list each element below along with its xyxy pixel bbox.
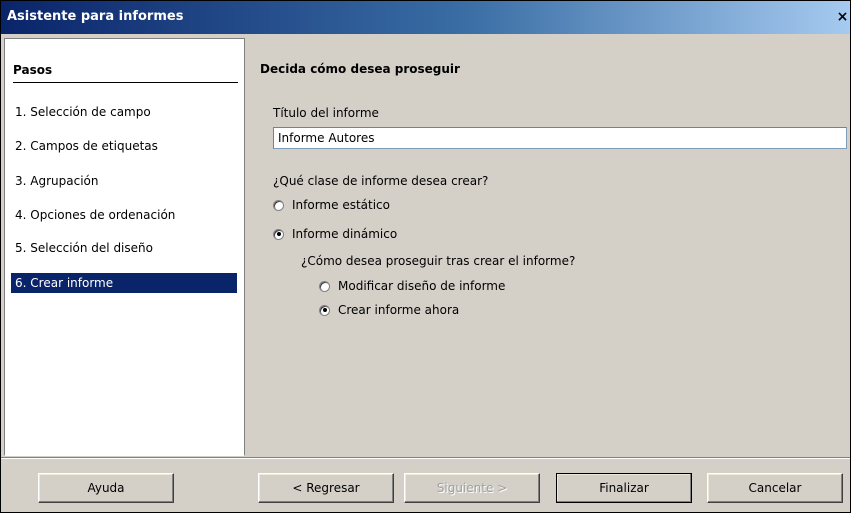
step-label: Agrupación [30,174,99,188]
create-now-radio[interactable]: Crear informe ahora [319,303,459,317]
step-grouping[interactable]: 3. Agrupación [11,171,237,191]
create-now-label: Crear informe ahora [338,303,460,317]
button-divider [1,457,850,459]
step-sort-options[interactable]: 4. Opciones de ordenación [11,205,237,225]
step-label-fields[interactable]: 2. Campos de etiquetas [11,136,237,156]
report-title-input[interactable]: Informe Autores [273,127,847,149]
report-title-label: Título del informe [273,106,379,120]
next-button[interactable]: Siguiente > [404,473,540,503]
step-number: 2. [15,139,27,153]
step-label: Campos de etiquetas [30,139,158,153]
steps-divider [13,82,238,83]
step-number: 3. [15,174,27,188]
static-report-radio[interactable]: Informe estático [273,198,390,212]
report-wizard-window: Asistente para informes × Pasos 1. Selec… [0,0,851,513]
step-label: Crear informe [30,276,114,290]
steps-panel: Pasos 1. Selección de campo 2. Campos de… [4,38,245,456]
title-bar: Asistente para informes × [1,1,850,34]
dynamic-report-radio[interactable]: Informe dinámico [273,227,397,241]
step-create-report[interactable]: 6. Crear informe [11,273,237,293]
modify-layout-label: Modificar diseño de informe [338,279,506,293]
radio-indicator [273,228,284,240]
step-label: Selección de campo [30,105,151,119]
report-type-question: ¿Qué clase de informe desea crear? [273,174,489,188]
step-number: 4. [15,208,27,222]
radio-indicator [319,280,330,292]
window-title: Asistente para informes [7,9,184,24]
cancel-button[interactable]: Cancelar [707,473,843,503]
static-report-label: Informe estático [292,198,390,212]
close-icon[interactable]: × [835,9,850,26]
steps-title: Pasos [13,63,53,77]
step-number: 6. [15,276,27,290]
radio-indicator [273,199,284,211]
step-layout-selection[interactable]: 5. Selección del diseño [11,238,237,258]
main-panel: Decida cómo desea proseguir Título del i… [251,37,849,457]
modify-layout-radio[interactable]: Modificar diseño de informe [319,279,505,293]
radio-indicator [319,304,330,316]
back-button[interactable]: < Regresar [258,473,394,503]
after-create-question: ¿Cómo desea proseguir tras crear el info… [301,254,576,268]
finish-button[interactable]: Finalizar [556,473,692,503]
step-label: Opciones de ordenación [30,208,176,222]
page-heading: Decida cómo desea proseguir [260,62,460,76]
dynamic-report-label: Informe dinámico [292,227,398,241]
step-field-selection[interactable]: 1. Selección de campo [11,102,237,122]
step-number: 1. [15,105,27,119]
step-number: 5. [15,241,27,255]
help-button[interactable]: Ayuda [38,473,174,503]
step-label: Selección del diseño [30,241,153,255]
